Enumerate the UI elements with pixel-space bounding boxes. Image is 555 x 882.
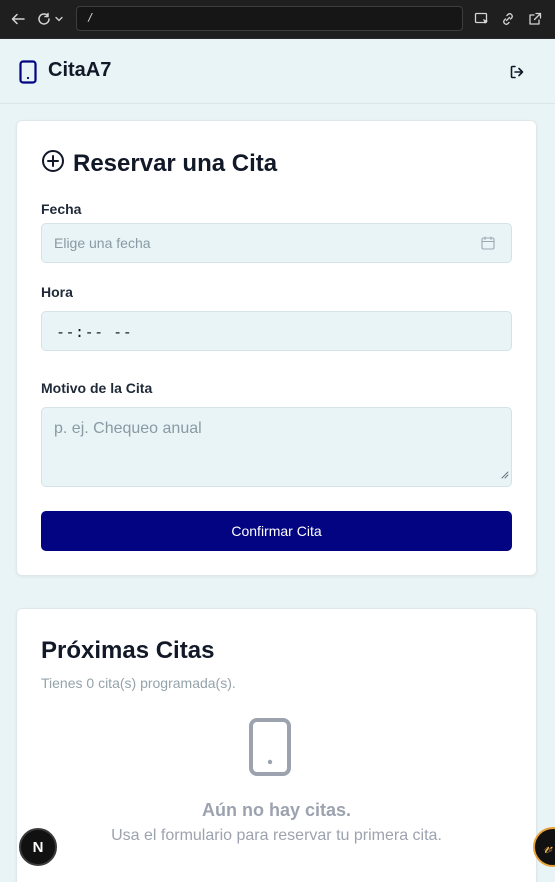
browser-toolbar: /: [0, 0, 555, 39]
chevron-down-icon[interactable]: [53, 10, 65, 28]
link-icon[interactable]: [499, 10, 517, 28]
reason-textarea[interactable]: p. ej. Chequeo anual: [41, 407, 512, 487]
back-arrow-icon[interactable]: [9, 10, 27, 28]
reason-placeholder: p. ej. Chequeo anual: [54, 420, 202, 437]
time-label: Hora: [41, 284, 73, 300]
app-header: CitaA7: [0, 39, 555, 104]
resize-grip-icon[interactable]: [500, 466, 509, 484]
upcoming-title: Próximas Citas: [41, 637, 215, 664]
date-label: Fecha: [41, 201, 82, 217]
smartphone-icon: [19, 60, 37, 89]
plus-circle-icon: [41, 149, 65, 178]
confirm-button[interactable]: Confirmar Cita: [41, 511, 512, 551]
reload-icon[interactable]: [35, 10, 53, 28]
smartphone-icon: [248, 717, 292, 782]
url-text: /: [87, 11, 94, 24]
booking-title-row: Reservar una Cita: [41, 149, 277, 178]
time-field[interactable]: --:-- --: [41, 311, 512, 351]
booking-card: Reservar una Cita Fecha Elige una fecha …: [16, 120, 537, 576]
dev-tools-badge[interactable]: N: [19, 828, 57, 866]
inspect-icon[interactable]: [473, 10, 491, 28]
booking-title: Reservar una Cita: [73, 149, 278, 177]
time-value: --:-- --: [56, 323, 133, 341]
date-placeholder: Elige una fecha: [54, 235, 151, 251]
date-field[interactable]: Elige una fecha: [41, 223, 512, 263]
app-title: CitaA7: [48, 59, 112, 81]
upcoming-card: Próximas Citas Tienes 0 cita(s) programa…: [16, 608, 537, 882]
upcoming-subtitle: Tienes 0 cita(s) programada(s).: [41, 675, 236, 691]
address-bar[interactable]: /: [76, 6, 463, 31]
empty-state-title: Aún no hay citas.: [201, 800, 352, 820]
reason-label: Motivo de la Cita: [41, 380, 153, 396]
logout-icon[interactable]: [506, 61, 528, 83]
empty-state-subtitle: Usa el formulario para reservar tu prime…: [111, 827, 442, 844]
calendar-icon[interactable]: [481, 236, 495, 255]
open-external-icon[interactable]: [526, 10, 544, 28]
